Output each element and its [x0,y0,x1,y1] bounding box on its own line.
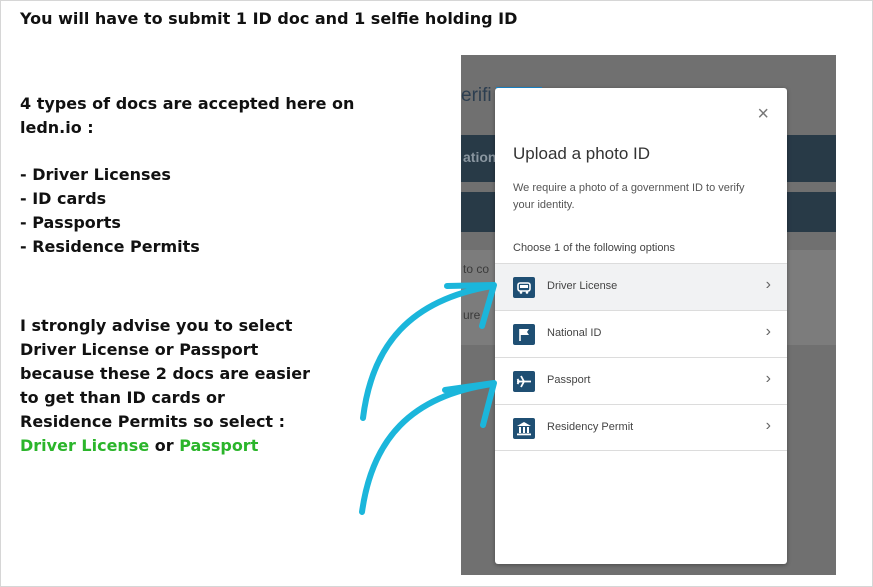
arrow-to-passport [359,380,497,515]
arrow-to-driver-license [360,282,497,421]
annotation-arrows [359,282,497,515]
